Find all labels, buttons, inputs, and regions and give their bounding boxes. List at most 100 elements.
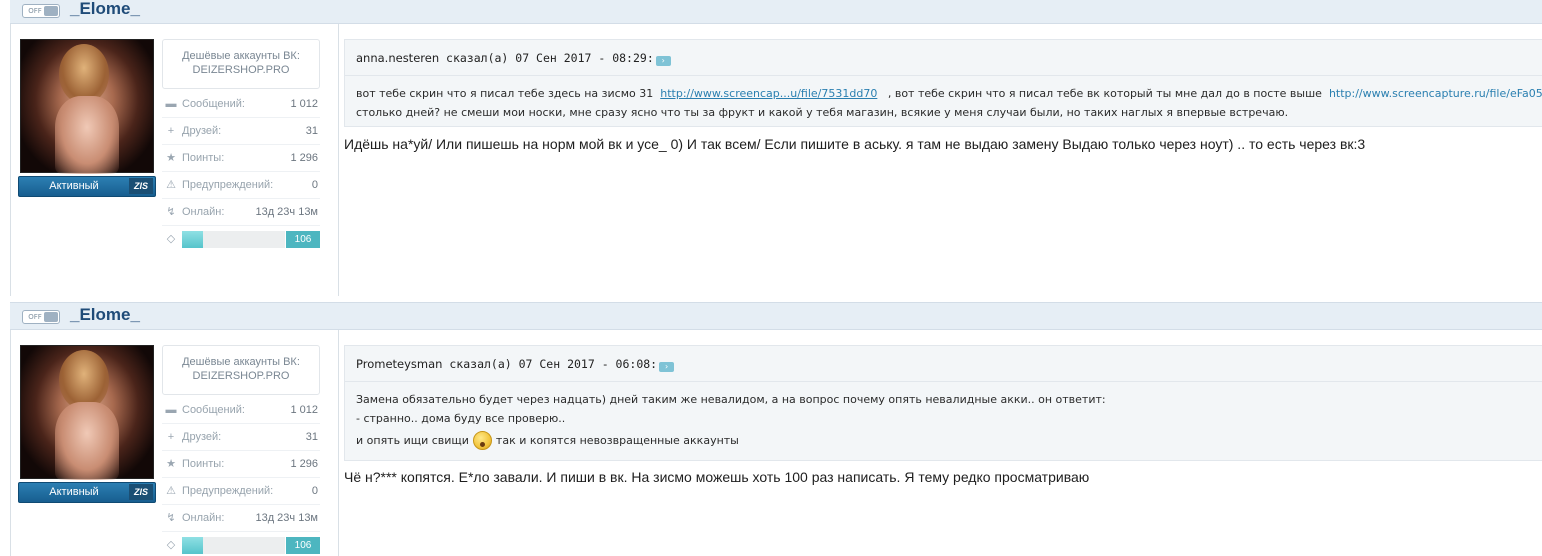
rank-badge: Активный ZIS — [18, 176, 156, 197]
stat-value: 31 — [305, 431, 318, 443]
quote-header: anna.nesteren сказал(а) 07 Сен 2017 - 08… — [345, 40, 1542, 76]
shocked-emoji-icon — [472, 431, 492, 450]
reputation-value[interactable]: 106 — [286, 231, 320, 248]
stat-label: Поинты: — [182, 152, 225, 164]
quote-line-1: Замена обязательно будет через надцать) … — [356, 393, 1106, 406]
post-content: Prometeysman сказал(а) 07 Сен 2017 - 06:… — [344, 330, 1542, 556]
stat-value: 1 296 — [290, 458, 318, 470]
stat-value: 0 — [311, 485, 318, 497]
stat-value: 1 296 — [290, 152, 318, 164]
stat-points: ★ Поинты: 1 296 — [162, 451, 320, 478]
stat-friends: + Друзей: 31 — [162, 424, 320, 451]
snapback-icon[interactable]: › — [655, 56, 671, 66]
rank-label: Активный — [49, 180, 99, 192]
quote-author: Prometeysman — [356, 357, 443, 371]
stat-warnings: ⚠ Предупреждений: 0 — [162, 478, 320, 505]
snapback-icon[interactable]: › — [659, 362, 675, 372]
ad-box[interactable]: Дешёвые аккаунты ВК: DEIZERSHOP.PRO — [162, 39, 320, 89]
reputation-value[interactable]: 106 — [286, 537, 320, 554]
post-2: OFF _Elome_ Активный ZIS Дешёвые аккаунт… — [10, 302, 1542, 556]
quote-line-2: столько дней? не смеши мои носки, мне ср… — [356, 106, 1289, 119]
post-content: anna.nesteren сказал(а) 07 Сен 2017 - 08… — [344, 24, 1542, 296]
star-icon: ★ — [166, 458, 176, 470]
messages-icon: ▬ — [165, 404, 177, 416]
avatar[interactable] — [20, 39, 154, 174]
quote-block: Prometeysman сказал(а) 07 Сен 2017 - 06:… — [344, 345, 1542, 461]
quote-text: , вот тебе скрин что я писал тебе вк кот… — [887, 87, 1322, 100]
quote-date: сказал(а) 07 Сен 2017 - 08:29: — [439, 51, 654, 65]
stat-online: ↯ Онлайн: 13д 23ч 13м — [162, 505, 320, 532]
reputation-row: ◇ 106 — [162, 229, 320, 249]
stat-label: Друзей: — [182, 431, 222, 443]
zis-badge: ZIS — [129, 178, 153, 194]
stat-value: 13д 23ч 13м — [255, 512, 318, 524]
stat-value: 31 — [305, 125, 318, 137]
star-icon: ★ — [166, 152, 176, 164]
toggle-knob — [44, 312, 58, 322]
post-text: Чё н?*** копятся. Е*ло завали. И пиши в … — [344, 469, 1090, 485]
stat-label: Поинты: — [182, 458, 225, 470]
stat-messages: ▬ Сообщений: 1 012 — [162, 397, 320, 424]
warning-icon: ⚠ — [166, 179, 176, 191]
stat-friends: + Друзей: 31 — [162, 118, 320, 145]
stat-value: 1 012 — [290, 404, 318, 416]
stat-warnings: ⚠ Предупреждений: 0 — [162, 172, 320, 199]
stat-messages: ▬ Сообщений: 1 012 — [162, 91, 320, 118]
author-name[interactable]: _Elome_ — [70, 303, 140, 329]
post-header: OFF _Elome_ — [10, 302, 1542, 330]
stat-label: Онлайн: — [182, 512, 225, 524]
stat-points: ★ Поинты: 1 296 — [162, 145, 320, 172]
post-body: Активный ZIS Дешёвые аккаунты ВК: DEIZER… — [10, 330, 1542, 556]
quote-line-2: - странно.. дома буду все проверю.. — [356, 412, 566, 425]
quote-link[interactable]: http://www.screencap...u/file/7531dd70 — [660, 87, 877, 100]
quote-text: и опять ищи свищи — [356, 434, 469, 447]
stat-label: Сообщений: — [182, 404, 245, 416]
stat-value: 0 — [311, 179, 318, 191]
lightning-icon: ↯ — [166, 206, 176, 218]
quote-line-1: вот тебе скрин что я писал тебе здесь на… — [356, 87, 1542, 101]
warning-icon: ⚠ — [166, 485, 176, 497]
quote-date: сказал(а) 07 Сен 2017 - 06:08: — [442, 357, 658, 371]
avatar[interactable] — [20, 345, 154, 480]
reputation-row: ◇ 106 — [162, 535, 320, 555]
stat-label: Онлайн: — [182, 206, 225, 218]
off-toggle[interactable]: OFF — [22, 310, 60, 324]
quote-author: anna.nesteren — [356, 51, 440, 65]
ad-line-2: DEIZERSHOP.PRO — [192, 370, 290, 382]
post-body: Активный ZIS Дешёвые аккаунты ВК: DEIZER… — [10, 24, 1542, 296]
ad-box[interactable]: Дешёвые аккаунты ВК: DEIZERSHOP.PRO — [162, 345, 320, 395]
stat-label: Предупреждений: — [182, 179, 274, 191]
messages-icon: ▬ — [165, 98, 177, 110]
lightning-icon: ↯ — [166, 512, 176, 524]
toggle-label: OFF — [28, 313, 42, 321]
post-text: Идёшь на*уй/ Или пишешь на норм мой вк и… — [344, 136, 1366, 152]
off-toggle[interactable]: OFF — [22, 4, 60, 18]
stat-label: Предупреждений: — [182, 485, 274, 497]
author-name[interactable]: _Elome_ — [70, 0, 140, 23]
quote-citation: Prometeysman сказал(а) 07 Сен 2017 - 06:… — [356, 357, 675, 372]
author-info: Активный ZIS Дешёвые аккаунты ВК: DEIZER… — [11, 24, 339, 296]
stat-online: ↯ Онлайн: 13д 23ч 13м — [162, 199, 320, 226]
stat-value: 1 012 — [290, 98, 318, 110]
ad-line-2: DEIZERSHOP.PRO — [192, 64, 290, 76]
stat-value: 13д 23ч 13м — [255, 206, 318, 218]
quote-link[interactable]: http://www.screencapture.ru/file/eFa059f… — [1329, 87, 1542, 100]
post-1: OFF _Elome_ Активный ZIS Дешёвые аккаунт… — [10, 0, 1542, 296]
diamond-icon: ◇ — [166, 232, 176, 245]
stat-label: Друзей: — [182, 125, 222, 137]
ad-line-1: Дешёвые аккаунты ВК: — [182, 356, 300, 368]
forum-page: OFF _Elome_ Активный ZIS Дешёвые аккаунт… — [0, 0, 1542, 556]
quote-block: anna.nesteren сказал(а) 07 Сен 2017 - 08… — [344, 39, 1542, 127]
rank-label: Активный — [49, 486, 99, 498]
reputation-fill — [182, 537, 203, 554]
post-header: OFF _Elome_ — [10, 0, 1542, 24]
quote-text: так и копятся невозвращенные аккаунты — [495, 434, 739, 447]
plus-icon: + — [167, 431, 175, 443]
quote-line-3: и опять ищи свищи так и копятся невозвращ… — [356, 431, 739, 450]
toggle-label: OFF — [28, 7, 42, 15]
quote-citation: anna.nesteren сказал(а) 07 Сен 2017 - 08… — [356, 51, 671, 66]
toggle-knob — [44, 6, 58, 16]
stat-label: Сообщений: — [182, 98, 245, 110]
reputation-bar — [182, 231, 285, 248]
author-info: Активный ZIS Дешёвые аккаунты ВК: DEIZER… — [11, 330, 339, 556]
